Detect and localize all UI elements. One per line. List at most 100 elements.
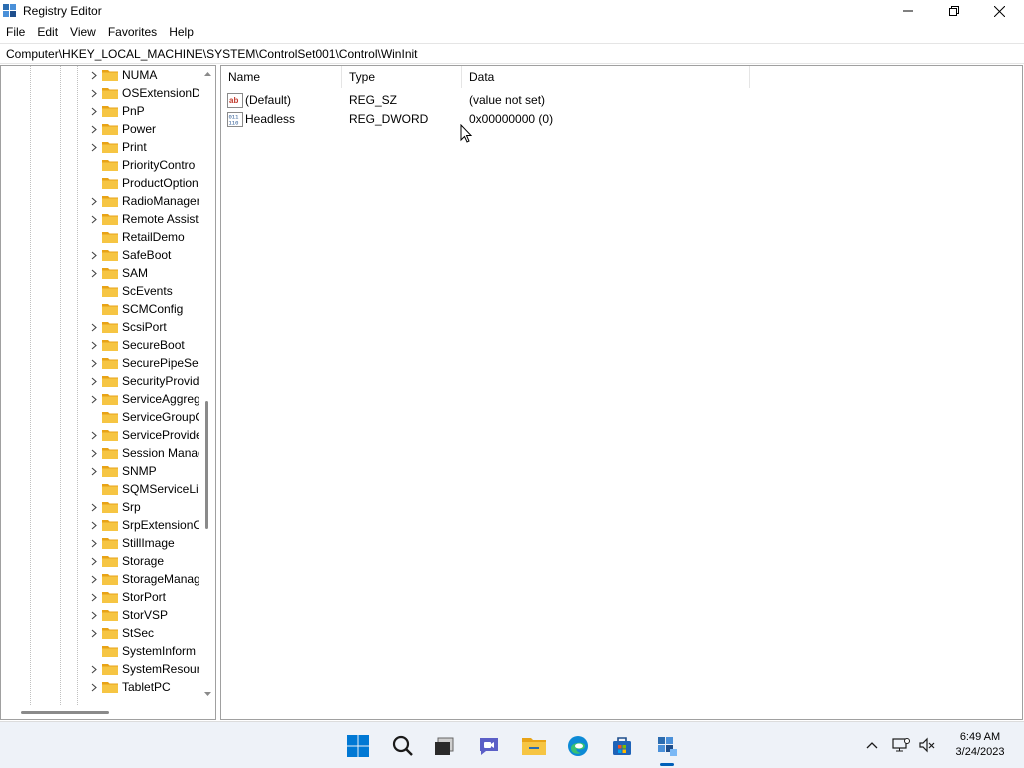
network-button[interactable]: [890, 734, 912, 756]
tree-item[interactable]: RadioManager: [89, 192, 199, 210]
menu-favorites[interactable]: Favorites: [102, 22, 163, 43]
menu-edit[interactable]: Edit: [31, 22, 64, 43]
value-row[interactable]: ab (Default) REG_SZ (value not set): [221, 91, 1022, 110]
tree-item[interactable]: SCMConfig: [89, 300, 199, 318]
tree-item[interactable]: PnP: [89, 102, 199, 120]
value-row[interactable]: 011 110 Headless REG_DWORD 0x00000000 (0…: [221, 110, 1022, 129]
start-button[interactable]: [342, 730, 374, 762]
chevron-right-icon[interactable]: [89, 462, 99, 480]
minimize-button[interactable]: [885, 0, 931, 22]
tree-item[interactable]: SecurityProvid: [89, 372, 199, 390]
chevron-right-icon[interactable]: [89, 498, 99, 516]
tree-item[interactable]: SecurePipeSer: [89, 354, 199, 372]
tree-item[interactable]: SystemInform: [89, 642, 199, 660]
tree-item[interactable]: ScEvents: [89, 282, 199, 300]
chevron-right-icon[interactable]: [89, 426, 99, 444]
tree-horizontal-scroll-thumb[interactable]: [21, 711, 109, 714]
tree-item[interactable]: ServiceGroupO: [89, 408, 199, 426]
tree-item[interactable]: Session Manag: [89, 444, 199, 462]
tree-vertical-scroll-thumb[interactable]: [205, 401, 208, 529]
chevron-right-icon[interactable]: [89, 390, 99, 408]
chevron-right-icon[interactable]: [89, 336, 99, 354]
tree-item[interactable]: Remote Assist: [89, 210, 199, 228]
chevron-right-icon[interactable]: [89, 318, 99, 336]
file-explorer-button[interactable]: [518, 730, 550, 762]
show-hidden-icons-button[interactable]: [862, 734, 882, 756]
maximize-button[interactable]: [931, 0, 977, 22]
chevron-right-icon[interactable]: [89, 624, 99, 642]
chevron-right-icon[interactable]: [89, 444, 99, 462]
chevron-right-icon[interactable]: [89, 138, 99, 156]
tree-item[interactable]: NUMA: [89, 66, 199, 84]
registry-editor-taskbar-button[interactable]: [651, 730, 683, 762]
tree-item[interactable]: SecureBoot: [89, 336, 199, 354]
tree-item[interactable]: ProductOption: [89, 174, 199, 192]
chevron-right-icon[interactable]: [89, 516, 99, 534]
chat-button[interactable]: [473, 730, 505, 762]
tree-item[interactable]: StillImage: [89, 534, 199, 552]
tree-item[interactable]: ServiceAggreg: [89, 390, 199, 408]
tree-item[interactable]: Srp: [89, 498, 199, 516]
chevron-right-icon[interactable]: [89, 678, 99, 696]
column-header-name[interactable]: Name: [221, 66, 342, 88]
close-button[interactable]: [976, 0, 1022, 22]
tree-item[interactable]: SystemResour: [89, 660, 199, 678]
chevron-right-icon[interactable]: [89, 372, 99, 390]
chevron-right-icon[interactable]: [89, 192, 99, 210]
chevron-right-icon[interactable]: [89, 354, 99, 372]
tree-item[interactable]: PriorityContro: [89, 156, 199, 174]
chevron-right-icon[interactable]: [89, 552, 99, 570]
tree-item[interactable]: SNMP: [89, 462, 199, 480]
tree-item[interactable]: SafeBoot: [89, 246, 199, 264]
tree-item[interactable]: Power: [89, 120, 199, 138]
tree-item[interactable]: ScsiPort: [89, 318, 199, 336]
chevron-right-icon[interactable]: [89, 534, 99, 552]
tree-item[interactable]: StorVSP: [89, 606, 199, 624]
chevron-right-icon[interactable]: [89, 66, 99, 84]
chevron-right-icon[interactable]: [89, 660, 99, 678]
tree-item[interactable]: TabletPC: [89, 678, 199, 696]
network-icon: [892, 738, 910, 752]
values-list-pane[interactable]: Name Type Data ab (Default) REG_SZ (valu…: [220, 65, 1023, 720]
title-bar[interactable]: Registry Editor: [0, 0, 1024, 22]
scroll-down-arrow-icon[interactable]: [200, 688, 215, 700]
tree-item[interactable]: StSec: [89, 624, 199, 642]
tree-item[interactable]: SrpExtensionC: [89, 516, 199, 534]
tree-item[interactable]: SQMServiceLis: [89, 480, 199, 498]
tree-item[interactable]: ServiceProvide: [89, 426, 199, 444]
chevron-right-icon[interactable]: [89, 246, 99, 264]
chevron-right-icon[interactable]: [89, 102, 99, 120]
menu-help[interactable]: Help: [163, 22, 200, 43]
tree-item[interactable]: Print: [89, 138, 199, 156]
key-tree-pane[interactable]: NUMA OSExtensionD PnP Power Print PriorityCon…: [0, 65, 216, 720]
menu-view[interactable]: View: [64, 22, 102, 43]
column-header-data[interactable]: Data: [462, 66, 750, 88]
tree-item[interactable]: OSExtensionD: [89, 84, 199, 102]
search-button[interactable]: [387, 730, 419, 762]
tree-horizontal-scrollbar[interactable]: [1, 706, 215, 719]
chevron-right-icon[interactable]: [89, 264, 99, 282]
task-view-button[interactable]: [428, 730, 460, 762]
chevron-right-icon[interactable]: [89, 120, 99, 138]
chevron-right-icon[interactable]: [89, 84, 99, 102]
menu-file[interactable]: File: [0, 22, 31, 43]
column-header-type[interactable]: Type: [342, 66, 462, 88]
chevron-right-icon[interactable]: [89, 210, 99, 228]
tree-item[interactable]: StorageManag: [89, 570, 199, 588]
chevron-right-icon[interactable]: [89, 606, 99, 624]
svg-text:ab: ab: [229, 96, 238, 105]
volume-button[interactable]: [916, 734, 938, 756]
store-button[interactable]: [606, 730, 638, 762]
tree-item[interactable]: Storage: [89, 552, 199, 570]
tree-item[interactable]: RetailDemo: [89, 228, 199, 246]
chevron-right-icon[interactable]: [89, 588, 99, 606]
chevron-right-icon[interactable]: [89, 570, 99, 588]
address-input[interactable]: [6, 47, 1006, 61]
tree-vertical-scrollbar[interactable]: [200, 66, 215, 706]
tree-item[interactable]: SAM: [89, 264, 199, 282]
tree-item[interactable]: StorPort: [89, 588, 199, 606]
edge-button[interactable]: [562, 730, 594, 762]
clock[interactable]: 6:49 AM 3/24/2023: [944, 730, 1016, 760]
scroll-up-arrow-icon[interactable]: [200, 68, 215, 80]
folder-icon: [102, 519, 118, 531]
